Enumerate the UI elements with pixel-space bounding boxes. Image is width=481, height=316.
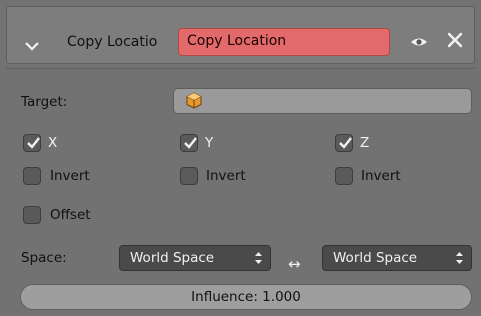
target-space-select[interactable]: World Space bbox=[322, 245, 472, 271]
constraint-name-field[interactable]: Copy Location bbox=[178, 28, 390, 56]
owner-space-value: World Space bbox=[130, 250, 215, 266]
invert-z-checkbox[interactable] bbox=[335, 167, 353, 185]
offset-label: Offset bbox=[50, 207, 91, 223]
space-label: Space: bbox=[21, 250, 67, 266]
copy-location-constraint-panel: Copy Locatio Copy Location Target: X Y Z bbox=[0, 0, 481, 316]
checkmark-icon bbox=[339, 137, 352, 149]
z-label: Z bbox=[360, 135, 370, 151]
up-down-arrows-icon bbox=[455, 251, 464, 269]
offset-checkbox[interactable] bbox=[23, 206, 41, 224]
header-divider bbox=[6, 68, 475, 69]
invert-z-label: Invert bbox=[361, 168, 401, 184]
collapse-arrow-icon[interactable] bbox=[25, 39, 39, 55]
up-down-arrows-icon bbox=[254, 251, 263, 269]
object-cube-icon bbox=[186, 92, 202, 113]
constraint-type-label: Copy Locatio bbox=[67, 34, 158, 50]
x-checkbox[interactable] bbox=[23, 134, 41, 152]
influence-label: Influence: 1.000 bbox=[191, 289, 301, 305]
target-label: Target: bbox=[21, 94, 68, 110]
target-object-field[interactable] bbox=[173, 88, 472, 114]
invert-x-checkbox[interactable] bbox=[23, 167, 41, 185]
x-label: X bbox=[48, 135, 58, 151]
invert-x-label: Invert bbox=[50, 168, 90, 184]
checkmark-icon bbox=[184, 137, 197, 149]
y-checkbox[interactable] bbox=[180, 134, 198, 152]
swap-arrows-icon: ↔ bbox=[288, 255, 301, 273]
eye-icon[interactable] bbox=[410, 36, 428, 52]
influence-slider[interactable]: Influence: 1.000 bbox=[20, 284, 472, 310]
invert-y-label: Invert bbox=[206, 168, 246, 184]
z-checkbox[interactable] bbox=[335, 134, 353, 152]
owner-space-select[interactable]: World Space bbox=[119, 245, 271, 271]
y-label: Y bbox=[205, 135, 214, 151]
close-icon[interactable] bbox=[447, 32, 463, 52]
invert-y-checkbox[interactable] bbox=[180, 167, 198, 185]
checkmark-icon bbox=[27, 137, 40, 149]
target-space-value: World Space bbox=[333, 250, 418, 266]
